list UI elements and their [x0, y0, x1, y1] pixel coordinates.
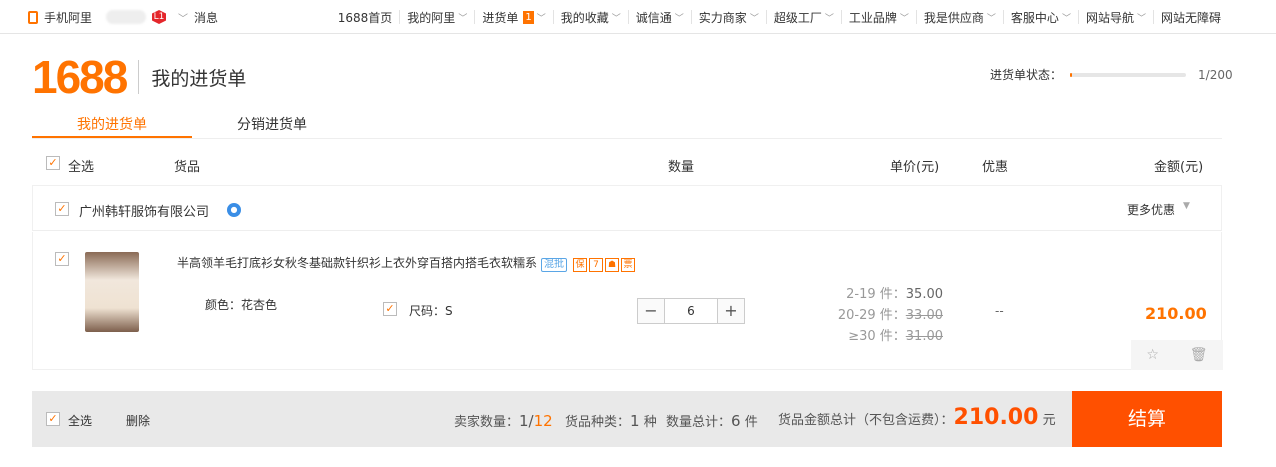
phone-icon [28, 10, 38, 24]
shop-name[interactable]: 广州韩轩服饰有限公司 [79, 201, 209, 220]
seller-count: 卖家数量：1/12 [454, 412, 553, 430]
total-quantity: 数量总计：6 件 [666, 412, 758, 430]
tier-range: 2-19 件： [846, 287, 906, 302]
chevron-down-icon: ﹀ [1061, 13, 1071, 24]
nav-sitemap[interactable]: 网站导航 ﹀ [1077, 10, 1153, 25]
total-amount: 货品金额总计（不包含运费）：210.00 元 [778, 405, 1056, 430]
status-progress-bar [1070, 72, 1187, 77]
tier-price: 35.00 [905, 287, 943, 302]
total-value: 210.00 [953, 405, 1039, 430]
logo[interactable]: 1688 [32, 50, 128, 104]
column-header: ✓ 全选 货品 数量 单价(元) 优惠 金额(元) [32, 146, 1222, 182]
footer-select-all[interactable]: 全选 [68, 412, 92, 429]
chevron-down-icon: ﹀ [899, 13, 909, 24]
chevron-down-icon: ﹀ [1136, 13, 1146, 24]
nav-favorites[interactable]: 我的收藏 ﹀ [552, 10, 628, 25]
size-spec: 尺码：S [409, 304, 453, 318]
tier-price: 33.00 [905, 308, 943, 323]
delete-link[interactable]: 删除 [126, 412, 150, 429]
footer-select-all-checkbox[interactable]: ✓ [46, 412, 60, 426]
price-tier: ≥30 件：31.00 [823, 325, 943, 344]
col-quantity: 数量 [668, 160, 695, 175]
footer-bar: ✓ 全选 删除 卖家数量：1/12 货品种类：1 种 数量总计：6 件 货品金额… [32, 391, 1222, 447]
chevron-down-icon: ﹀ [674, 13, 684, 24]
tab-distribution-cart[interactable]: 分销进货单 [192, 114, 352, 138]
username[interactable] [106, 10, 147, 24]
status-label: 进货单状态： [990, 68, 1063, 82]
price-tier: 20-29 件：33.00 [823, 304, 943, 323]
col-amount: 金额(元) [1154, 160, 1204, 175]
chevron-down-icon[interactable]: ▼ [1183, 201, 1190, 211]
product-title[interactable]: 半高领羊毛打底衫女秋冬基础款针织衫上衣外穿百搭内搭毛衣软糯系 [177, 256, 537, 270]
nav-accessibility[interactable]: 网站无障碍 [1152, 10, 1228, 25]
divider [138, 60, 140, 94]
page-title: 我的进货单 [151, 67, 247, 90]
col-unit-price: 单价(元) [890, 160, 940, 175]
price-tier: 2-19 件：35.00 [823, 283, 943, 302]
mobile-link[interactable]: 手机阿里 [44, 9, 92, 26]
trash-icon[interactable]: 🗑 [1190, 347, 1208, 363]
chevron-down-icon: ﹀ [536, 13, 546, 24]
star-icon[interactable]: ☆ [1146, 347, 1159, 363]
chevron-down-icon: ﹀ [749, 13, 759, 24]
tier-range: 20-29 件： [837, 308, 906, 323]
nav-super-factory[interactable]: 超级工厂 ﹀ [765, 10, 841, 25]
nav-industrial-brand[interactable]: 工业品牌 ﹀ [840, 10, 916, 25]
color-spec: 颜色：花杏色 [205, 298, 278, 312]
cart-item-row: ✓ 半高领羊毛打底衫女秋冬基础款针织衫上衣外穿百搭内搭毛衣软糯系 混批保 7 ☗ 票 颜… [32, 232, 1223, 370]
size-checkbox[interactable]: ✓ [383, 302, 397, 316]
level-badge: L1 [152, 10, 167, 24]
nav-home[interactable]: 1688首页 [331, 10, 400, 25]
nav-power-merchant[interactable]: 实力商家 ﹀ [690, 10, 766, 25]
item-amount: 210.00 [1145, 304, 1207, 323]
tier-range: ≥30 件： [848, 329, 906, 344]
tabs: 我的进货单 分销进货单 [32, 114, 1222, 138]
kinds-count: 货品种类：1 种 [565, 412, 657, 430]
col-discount: 优惠 [982, 160, 1009, 175]
increase-button[interactable]: + [718, 299, 744, 323]
chevron-down-icon: ﹀ [986, 13, 996, 24]
tier-price: 31.00 [905, 329, 943, 344]
cart-count-badge: 1 [523, 10, 534, 24]
chevron-down-icon: ﹀ [611, 13, 621, 24]
chevron-down-icon[interactable]: ﹀ [178, 10, 188, 25]
col-goods: 货品 [174, 160, 201, 175]
mixed-batch-tag: 混批 [541, 258, 568, 272]
messages-link[interactable]: 消息 [194, 9, 218, 26]
cart-status: 进货单状态： 1/200 [990, 66, 1233, 83]
item-actions: ☆ 🗑 [1131, 340, 1223, 370]
nav-service[interactable]: 客服中心 ﹀ [1002, 10, 1078, 25]
invoice-icon: 票 [621, 258, 636, 272]
chevron-down-icon: ﹀ [824, 13, 834, 24]
top-bar: 手机阿里 L1 ﹀ 消息 1688首页 我的阿里 ﹀ 进货单 1 ﹀ 我的收藏 ﹀ 诚信… [0, 0, 1276, 34]
tab-my-cart[interactable]: 我的进货单 [32, 114, 192, 138]
more-discount-link[interactable]: 更多优惠 [1127, 201, 1175, 218]
product-thumbnail[interactable] [85, 252, 139, 332]
decrease-button[interactable]: − [638, 299, 664, 323]
select-all-checkbox[interactable]: ✓ [46, 156, 60, 170]
nav-my-ali[interactable]: 我的阿里 ﹀ [399, 10, 474, 25]
bag-icon: ☗ [605, 258, 620, 272]
shop-checkbox[interactable]: ✓ [55, 202, 69, 216]
status-progress-fill [1070, 72, 1073, 77]
item-discount: -- [995, 304, 1004, 318]
shop-row: ✓ 广州韩轩服饰有限公司 ● 更多优惠 ▼ [32, 185, 1222, 231]
page-header: 1688 我的进货单 [32, 50, 246, 104]
wangwang-chat-icon[interactable]: ● [227, 203, 241, 217]
item-checkbox[interactable]: ✓ [55, 252, 69, 266]
tabs-divider [32, 138, 1222, 139]
guarantee-icon: 保 [573, 258, 588, 272]
nav-cart[interactable]: 进货单 1 ﹀ [474, 10, 552, 25]
product-title-line: 半高领羊毛打底衫女秋冬基础款针织衫上衣外穿百搭内搭毛衣软糯系 混批保 7 ☗ 票 [177, 254, 636, 272]
status-count: 1/200 [1198, 67, 1233, 82]
checkout-button[interactable]: 结算 [1072, 391, 1222, 447]
return-icon: 7 [589, 258, 604, 272]
col-select-all[interactable]: 全选 [68, 156, 94, 175]
chevron-down-icon: ﹀ [458, 13, 468, 24]
quantity-stepper: − 6 + [637, 298, 745, 324]
nav-chengxintong[interactable]: 诚信通 ﹀ [627, 10, 691, 25]
quantity-input[interactable]: 6 [664, 299, 718, 323]
nav-supplier[interactable]: 我是供应商 ﹀ [915, 10, 1003, 25]
